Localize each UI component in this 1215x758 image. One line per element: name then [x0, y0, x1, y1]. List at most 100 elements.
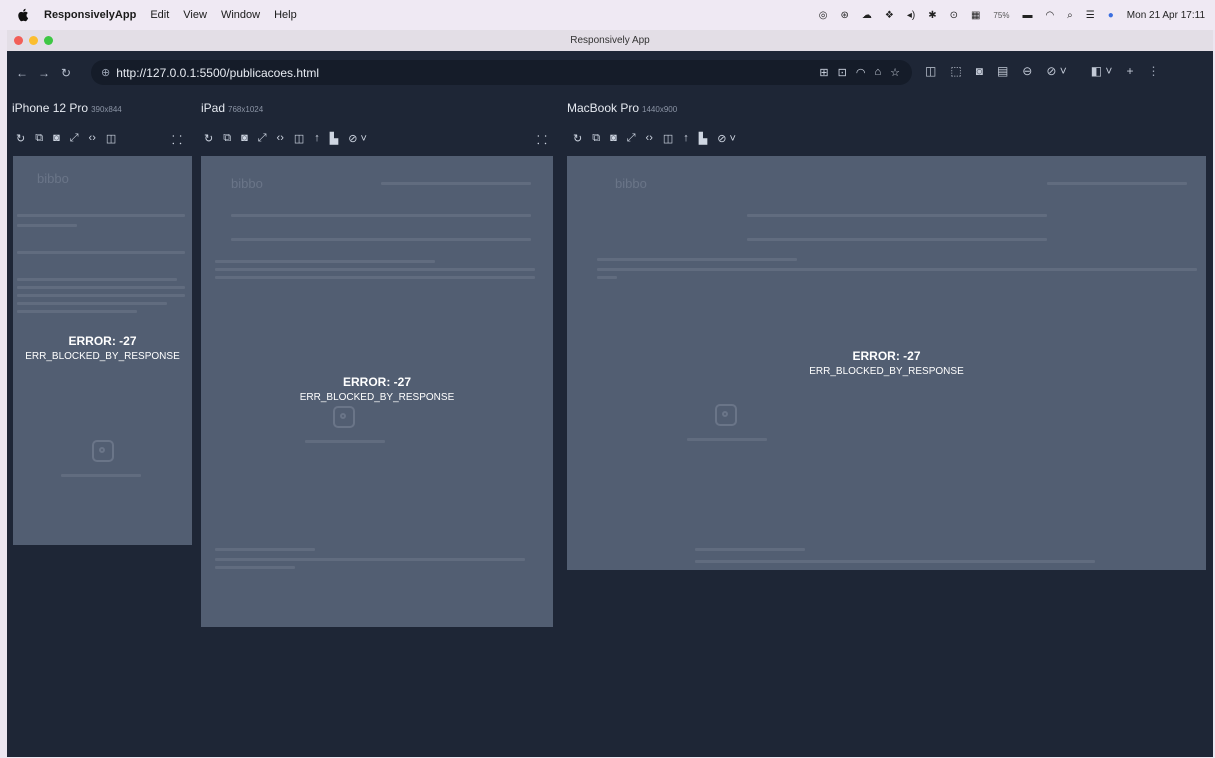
expand-icon[interactable]: ⸬ [537, 131, 547, 148]
rotate-icon[interactable]: ◫ [663, 132, 673, 145]
expand-icon[interactable]: ⸬ [172, 131, 182, 148]
menu-view[interactable]: View [183, 9, 207, 21]
control-center-icon[interactable]: ☰ [1086, 10, 1095, 21]
camera-icon[interactable]: ◙ [610, 132, 617, 145]
screenshot-full-icon[interactable]: ⧉ [223, 132, 231, 145]
ghost-logo: bibbo [231, 176, 263, 191]
wifi-throttle-icon[interactable]: ◠ [856, 66, 866, 79]
device-resolution: 768x1024 [228, 105, 264, 114]
device-frame-macbook[interactable]: bibbo ERROR: -27 ERR_BLOCKED_BY_RESPONSE [567, 156, 1206, 570]
user-agent-icon[interactable]: ⊞ [819, 66, 828, 79]
reload-icon[interactable]: ↻ [573, 132, 582, 145]
bluetooth-icon[interactable]: ✱ [928, 10, 936, 21]
search-icon[interactable]: ⌕ [1067, 10, 1073, 21]
cloud-icon[interactable]: ☁ [862, 10, 872, 21]
volume-icon[interactable]: ◂) [907, 10, 915, 21]
menu-edit[interactable]: Edit [150, 9, 169, 21]
clipboard-icon[interactable]: ▤ [997, 64, 1008, 78]
add-icon[interactable]: + [1126, 64, 1133, 78]
app-window: Responsively App ← → ↻ ⊕ http://127.0.0.… [7, 30, 1213, 757]
devtools-icon[interactable]: ‹› [89, 132, 96, 145]
arrow-up-icon[interactable]: ↑ [683, 132, 689, 145]
device-name: MacBook Pro [567, 101, 640, 115]
error-message: ERR_BLOCKED_BY_RESPONSE [25, 351, 180, 362]
layout-icon[interactable]: ▙ [330, 132, 338, 145]
home-icon[interactable]: ⌂ [874, 66, 881, 79]
apple-icon[interactable] [16, 8, 30, 22]
error-code: ERROR: -27 [852, 349, 921, 363]
inspect-icon[interactable]: ⬚ [950, 64, 961, 78]
menu-app-name[interactable]: ResponsivelyApp [44, 9, 136, 21]
wifi-icon[interactable]: ◠ [1045, 10, 1054, 21]
menu-clock[interactable]: Mon 21 Apr 17:11 [1127, 10, 1205, 21]
device-header-ipad: iPad 768x1024 [201, 101, 263, 115]
screenshot-full-icon[interactable]: ⧉ [592, 132, 600, 145]
scroll-icon[interactable]: ⤢ [627, 132, 636, 145]
error-message: ERR_BLOCKED_BY_RESPONSE [809, 366, 964, 377]
bookmark-star-icon[interactable]: ☆ [890, 66, 900, 79]
rotate-icon[interactable]: ◫ [106, 132, 116, 145]
battery-percent: 75% [993, 10, 1010, 20]
device-name: iPad [201, 101, 226, 115]
device-frame-iphone[interactable]: bibbo ERROR: -27 ERR_BLOCKED_BY_RESPONSE [13, 156, 192, 545]
device-toolbar-iphone: ↻ ⧉ ◙ ⤢ ‹› ◫ [16, 132, 116, 145]
hide-eye-icon[interactable]: ⊘ ˅ [1046, 64, 1066, 78]
devtools-icon[interactable]: ‹› [646, 132, 653, 145]
screenshot-full-icon[interactable]: ⧉ [35, 132, 43, 145]
device-toolbar-macbook: ↻ ⧉ ◙ ⤢ ‹› ◫ ↑ ▙ ⊘ ˅ [573, 132, 736, 145]
globe-icon: ⊕ [101, 67, 111, 79]
reload-icon[interactable]: ↻ [16, 132, 25, 145]
instagram-icon [92, 440, 114, 462]
reload-icon[interactable]: ↻ [55, 66, 77, 80]
window-titlebar: Responsively App [7, 30, 1213, 51]
error-overlay: ERROR: -27 ERR_BLOCKED_BY_RESPONSE [567, 349, 1206, 377]
back-arrow-icon[interactable]: ← [11, 66, 33, 80]
browser-toolbar: ← → ↻ ⊕ http://127.0.0.1:5500/publicacoe… [7, 51, 1213, 95]
menu-help[interactable]: Help [274, 9, 297, 21]
reload-icon[interactable]: ↻ [204, 132, 213, 145]
instagram-icon [715, 404, 737, 426]
rotate-icon[interactable]: ◫ [294, 132, 304, 145]
layout-icon[interactable]: ▙ [699, 132, 707, 145]
hide-eye-icon[interactable]: ⊘ ˅ [348, 132, 367, 145]
battery-icon[interactable]: ▬ [1022, 10, 1032, 21]
devtools-icon[interactable]: ‹› [277, 132, 284, 145]
menu-bar: ResponsivelyApp Edit View Window Help ◎ … [0, 0, 1215, 30]
error-code: ERROR: -27 [68, 334, 137, 348]
window-title: Responsively App [570, 35, 650, 46]
color-scheme-icon[interactable]: ⊖ [1022, 64, 1032, 78]
screenshot-icon[interactable]: ◙ [976, 64, 983, 78]
device-resolution: 1440x900 [642, 105, 678, 114]
address-bar[interactable]: ⊕ http://127.0.0.1:5500/publicacoes.html… [91, 60, 912, 85]
arrow-up-icon[interactable]: ↑ [314, 132, 320, 145]
error-message: ERR_BLOCKED_BY_RESPONSE [299, 392, 455, 403]
toolbar-icons: ◫ ⬚ ◙ ▤ ⊖ ⊘ ˅ ◧ ˅ + ⋮ [925, 64, 1159, 78]
play-icon[interactable]: ⊙ [950, 10, 958, 21]
device-frame-ipad[interactable]: bibbo ERROR: -27 ERR_BLOCKED_BY_RESPONSE [201, 156, 553, 627]
device-resolution: 390x844 [91, 105, 122, 114]
address-url[interactable]: http://127.0.0.1:5500/publicacoes.html [116, 66, 319, 80]
error-overlay: ERROR: -27 ERR_BLOCKED_BY_RESPONSE [13, 334, 192, 362]
extension-icon[interactable]: ◎ [819, 10, 828, 21]
scroll-icon[interactable]: ⤢ [258, 132, 267, 145]
device-toolbar-ipad: ↻ ⧉ ◙ ⤢ ‹› ◫ ↑ ▙ ⊘ ˅ [204, 132, 367, 145]
layout-menu-icon[interactable]: ◧ ˅ [1091, 64, 1113, 78]
dropbox-icon[interactable]: ❖ [885, 10, 894, 21]
camera-icon[interactable]: ◙ [241, 132, 248, 145]
device-name: iPhone 12 Pro [12, 101, 89, 115]
sync-icon[interactable]: ⊛ [840, 10, 848, 21]
scroll-icon[interactable]: ⤢ [70, 132, 79, 145]
siri-icon[interactable]: ● [1108, 10, 1114, 21]
error-overlay: ERROR: -27 ERR_BLOCKED_BY_RESPONSE [201, 375, 553, 403]
menu-window[interactable]: Window [221, 9, 260, 21]
device-header-macbook: MacBook Pro 1440x900 [567, 101, 677, 115]
preview-layout-icon[interactable]: ◫ [925, 64, 936, 78]
more-icon[interactable]: ⋮ [1147, 64, 1159, 78]
device-header-iphone: iPhone 12 Pro 390x844 [12, 101, 122, 115]
camera-icon[interactable]: ◙ [53, 132, 60, 145]
ghost-logo: bibbo [615, 176, 647, 191]
keyboard-icon[interactable]: ▦ [971, 10, 980, 21]
network-icon[interactable]: ⊡ [838, 66, 847, 79]
hide-eye-icon[interactable]: ⊘ ˅ [717, 132, 736, 145]
forward-arrow-icon[interactable]: → [33, 66, 55, 80]
